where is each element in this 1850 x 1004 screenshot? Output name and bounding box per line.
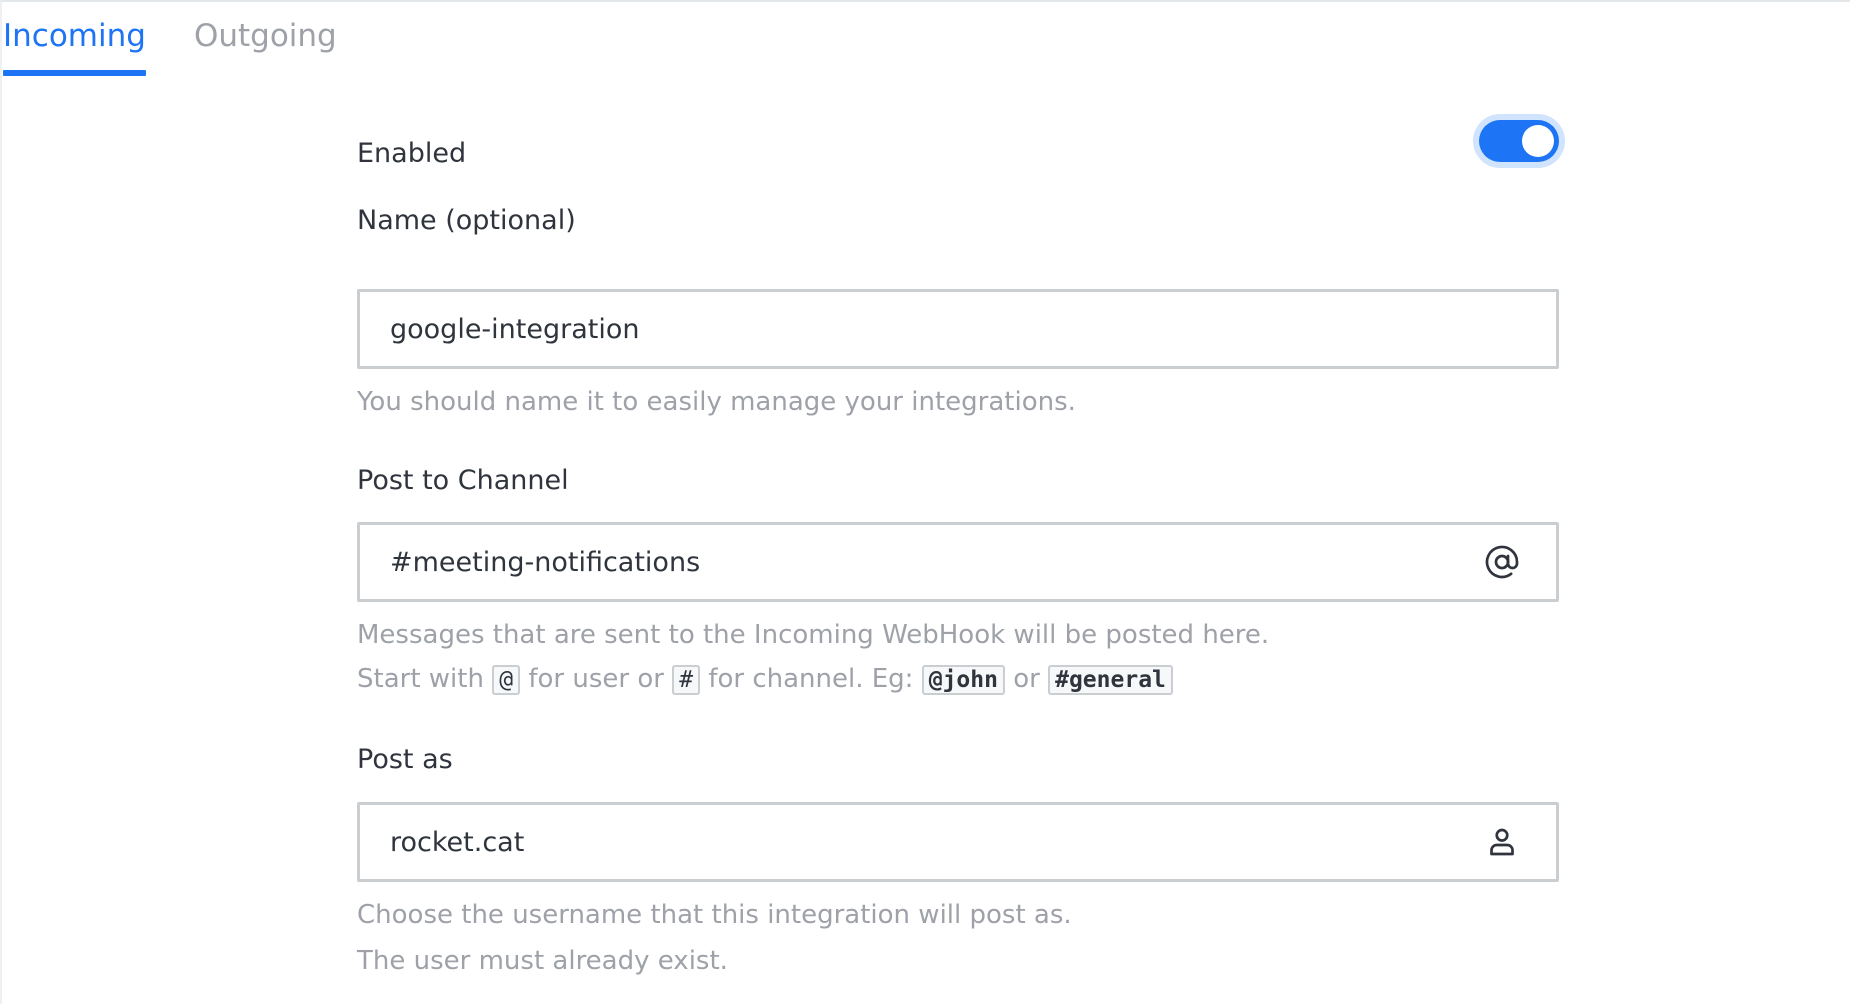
example-channel-code: #general xyxy=(1048,665,1173,695)
channel-hint-examples: Start with @ for user or # for channel. … xyxy=(357,664,1173,695)
post-as-hint-2: The user must already exist. xyxy=(357,946,728,976)
channel-input[interactable] xyxy=(360,531,1442,593)
channel-symbol-code: # xyxy=(672,665,701,695)
hint-or: or xyxy=(1013,664,1040,694)
tab-bar: Incoming Outgoing xyxy=(2,2,337,76)
enabled-toggle[interactable] xyxy=(1479,120,1559,162)
user-icon xyxy=(1484,824,1520,860)
name-field[interactable] xyxy=(357,289,1559,369)
example-user-code: @john xyxy=(921,665,1005,695)
name-hint: You should name it to easily manage your… xyxy=(357,387,1076,417)
tab-incoming[interactable]: Incoming xyxy=(3,2,146,76)
tab-outgoing[interactable]: Outgoing xyxy=(194,2,337,76)
at-icon xyxy=(1484,544,1520,580)
integration-page: Incoming Outgoing Enabled Name (optional… xyxy=(0,0,1850,1004)
post-as-input[interactable] xyxy=(360,811,1442,873)
hint-for-user-or: for user or xyxy=(528,664,664,694)
hint-for-channel-eg: for channel. Eg: xyxy=(708,664,914,694)
channel-field[interactable] xyxy=(357,522,1559,602)
name-label: Name (optional) xyxy=(357,205,576,236)
toggle-knob xyxy=(1522,125,1554,157)
user-symbol-code: @ xyxy=(492,665,521,695)
channel-label: Post to Channel xyxy=(357,465,569,496)
post-as-hint: Choose the username that this integratio… xyxy=(357,900,1072,930)
channel-hint: Messages that are sent to the Incoming W… xyxy=(357,620,1270,650)
enabled-label: Enabled xyxy=(357,138,467,169)
hint-start-with: Start with xyxy=(357,664,484,694)
post-as-label: Post as xyxy=(357,744,453,775)
post-as-field[interactable] xyxy=(357,802,1559,882)
name-input[interactable] xyxy=(360,298,1442,360)
enabled-row: Enabled xyxy=(357,120,1559,192)
